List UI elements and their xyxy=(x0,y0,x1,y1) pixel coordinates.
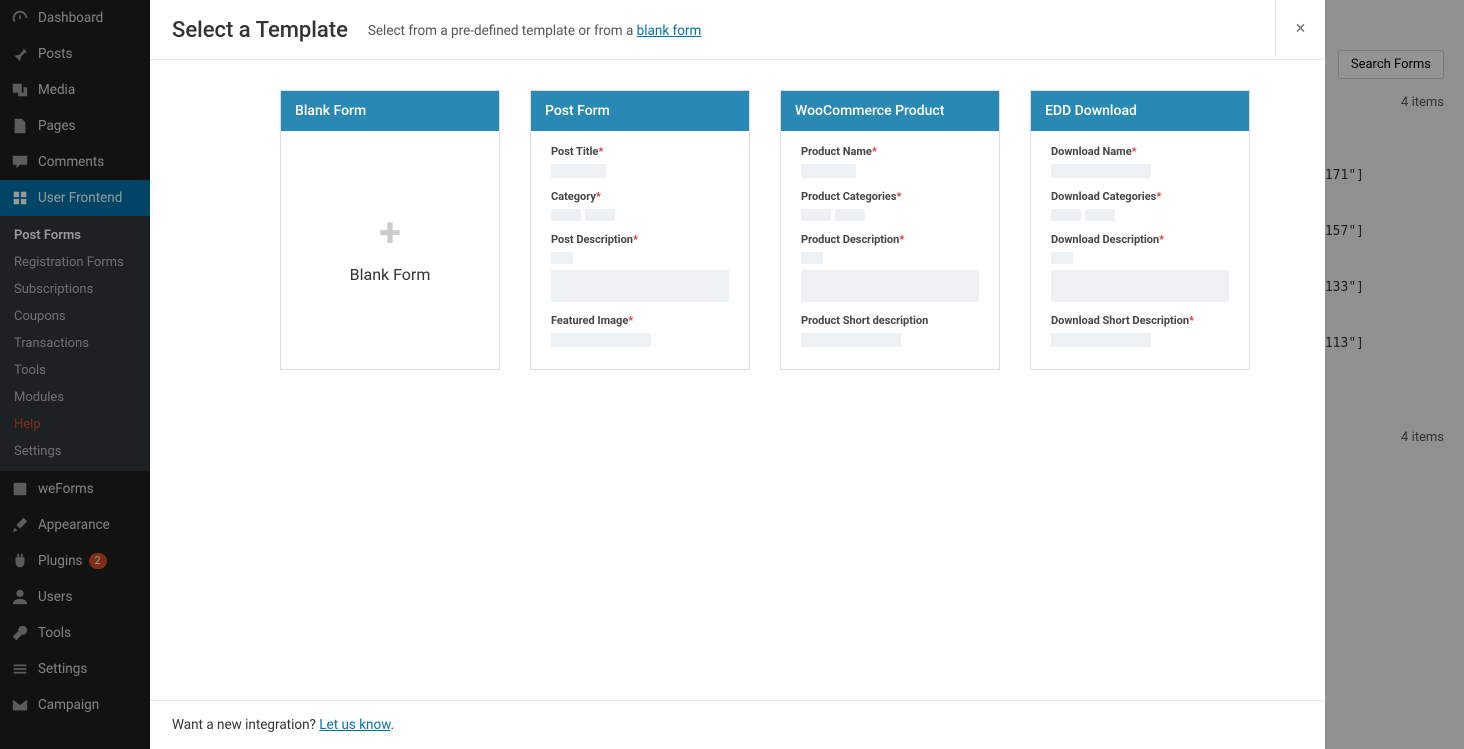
field-label: Post Description* xyxy=(551,233,729,246)
template-preview: Download Name* Download Categories* Down… xyxy=(1031,131,1249,361)
modal-title: Select a Template xyxy=(172,18,348,43)
field-label: Product Short description xyxy=(801,314,979,327)
field-placeholder xyxy=(1051,252,1073,264)
field-placeholder xyxy=(551,270,729,302)
field-placeholder xyxy=(801,333,901,347)
template-blank-form[interactable]: Blank Form + Blank Form xyxy=(280,90,500,370)
template-title: Blank Form xyxy=(281,91,499,131)
modal-body[interactable]: Blank Form + Blank Form Post Form Post T… xyxy=(150,60,1325,700)
template-preview: + Blank Form xyxy=(281,131,499,366)
template-title: WooCommerce Product xyxy=(781,91,999,131)
field-placeholder xyxy=(801,209,979,221)
field-placeholder xyxy=(801,270,979,302)
template-preview: Product Name* Product Categories* Produc… xyxy=(781,131,999,361)
field-placeholder xyxy=(1051,209,1229,221)
field-label: Post Title* xyxy=(551,145,729,158)
field-label: Product Description* xyxy=(801,233,979,246)
field-label: Download Categories* xyxy=(1051,190,1229,203)
template-post-form[interactable]: Post Form Post Title* Category* Post Des… xyxy=(530,90,750,370)
field-label: Product Name* xyxy=(801,145,979,158)
template-preview: Post Title* Category* Post Description* … xyxy=(531,131,749,361)
blank-form-label: Blank Form xyxy=(350,265,431,284)
field-placeholder xyxy=(551,252,573,264)
modal-footer: Want a new integration? Let us know. xyxy=(150,700,1325,749)
modal-subtitle: Select from a pre-defined template or fr… xyxy=(368,23,701,39)
field-label: Product Categories* xyxy=(801,190,979,203)
close-icon: × xyxy=(1296,18,1306,39)
template-edd-download[interactable]: EDD Download Download Name* Download Cat… xyxy=(1030,90,1250,370)
plus-icon: + xyxy=(379,213,401,253)
field-label: Download Name* xyxy=(1051,145,1229,158)
field-placeholder xyxy=(801,164,856,178)
template-title: Post Form xyxy=(531,91,749,131)
field-placeholder xyxy=(801,252,823,264)
field-placeholder xyxy=(551,209,729,221)
field-placeholder xyxy=(1051,270,1229,302)
field-label: Category* xyxy=(551,190,729,203)
let-us-know-link[interactable]: Let us know xyxy=(319,717,390,733)
field-placeholder xyxy=(551,164,606,178)
template-title: EDD Download xyxy=(1031,91,1249,131)
blank-form-link[interactable]: blank form xyxy=(637,23,702,39)
field-placeholder xyxy=(1051,333,1151,347)
modal-header: Select a Template Select from a pre-defi… xyxy=(150,0,1325,60)
field-placeholder xyxy=(1051,164,1151,178)
field-label: Download Short Description* xyxy=(1051,314,1229,327)
modal-close-button[interactable]: × xyxy=(1275,0,1325,56)
template-woocommerce-product[interactable]: WooCommerce Product Product Name* Produc… xyxy=(780,90,1000,370)
field-label: Featured Image* xyxy=(551,314,729,327)
field-placeholder xyxy=(551,333,651,347)
template-modal: Select a Template Select from a pre-defi… xyxy=(150,0,1325,749)
field-label: Download Description* xyxy=(1051,233,1229,246)
